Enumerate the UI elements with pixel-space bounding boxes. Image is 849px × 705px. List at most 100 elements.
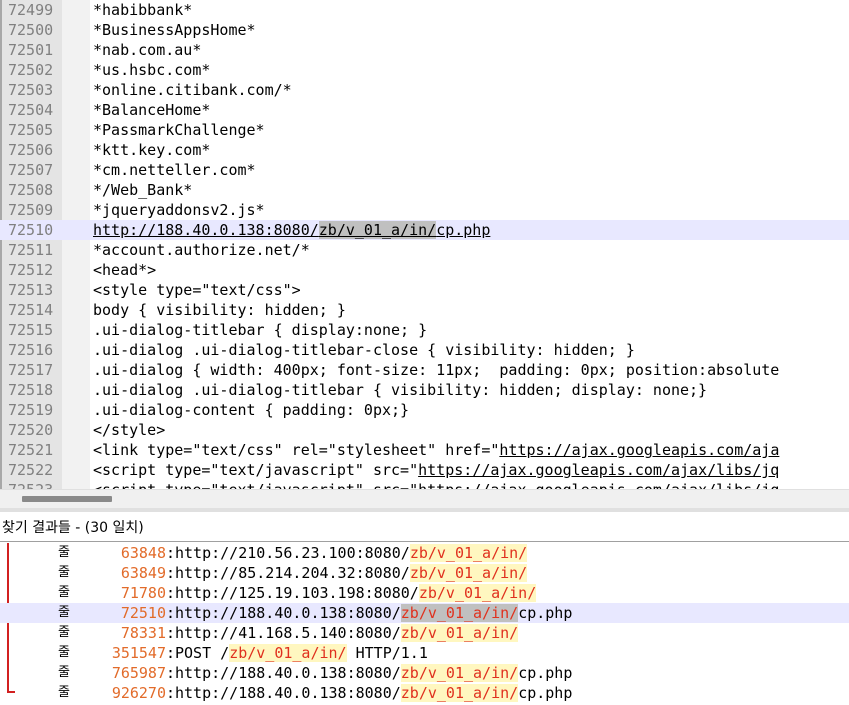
search-results-title: 찾기 결과들 - (30 일치) — [0, 514, 849, 542]
result-text-part: http://125.19.103.198:8080/ — [175, 584, 419, 602]
url-text: cp.php — [436, 221, 491, 239]
separator: : — [166, 604, 176, 622]
editor-line[interactable]: 72514 body { visibility: hidden; } — [0, 300, 849, 320]
result-text: http://125.19.103.198:8080/zb/v_01_a/in/ — [175, 583, 537, 603]
line-number: 72521 — [8, 441, 54, 459]
result-row[interactable]: 줄 63849: http://85.214.204.32:8080/zb/v_01… — [0, 563, 849, 583]
line-text: <style type="text/css"> — [93, 280, 301, 300]
editor-line[interactable]: 72507 *cm.netteller.com* — [0, 160, 849, 180]
result-line-number: 71780 — [120, 584, 166, 602]
editor-pane[interactable]: 72499 *habibbank* 72500 *BusinessAppsHome* 7… — [0, 0, 849, 489]
result-row[interactable]: 줄 351547: POST /zb/v_01_a/in/ HTTP/1.1 — [0, 643, 849, 663]
line-text: *account.authorize.net/* — [93, 240, 310, 260]
result-match-highlight: zb/v_01_a/in/ — [400, 664, 519, 682]
editor-line[interactable]: 72501 *nab.com.au* — [0, 40, 849, 60]
editor-line[interactable]: 72499 *habibbank* — [0, 0, 849, 20]
result-match-highlight: zb/v_01_a/in/ — [229, 644, 347, 662]
result-line-label: 줄 — [58, 585, 70, 600]
result-text: http://210.56.23.100:8080/zb/v_01_a/in/ — [175, 543, 528, 563]
result-match-highlight: zb/v_01_a/in/ — [400, 604, 519, 622]
line-number: 72523 — [8, 480, 62, 489]
result-text: POST /zb/v_01_a/in/ HTTP/1.1 — [175, 643, 428, 663]
result-row[interactable]: 줄 765987: http://188.40.0.138:8080/zb/v_01… — [0, 663, 849, 683]
line-text: *ktt.key.com* — [93, 140, 210, 160]
result-line-number: 926270 — [111, 684, 166, 702]
editor-line[interactable]: 72508 */Web_Bank* — [0, 180, 849, 200]
code-text: *online.citibank.com/* — [93, 81, 292, 99]
result-line-label: 줄 — [58, 625, 70, 640]
result-text: http://85.214.204.32:8080/zb/v_01_a/in/ — [175, 563, 528, 583]
line-text: http://188.40.0.138:8080/zb/v_01_a/in/cp… — [93, 220, 490, 240]
code-text: .ui-dialog-content { padding: 0px;} — [93, 401, 410, 419]
line-text: */Web_Bank* — [93, 180, 192, 200]
url-text: https://ajax.googleapis.com/aja — [499, 441, 780, 459]
editor-line[interactable]: 72510 http://188.40.0.138:8080/zb/v_01_a/… — [0, 220, 849, 240]
code-text: */Web_Bank* — [93, 181, 193, 199]
result-row[interactable]: 줄 63848: http://210.56.23.100:8080/zb/v_01… — [0, 543, 849, 563]
line-number: 72500 — [8, 21, 54, 39]
editor-line[interactable]: 72515 .ui-dialog-titlebar { display:none;… — [0, 320, 849, 340]
editor-line[interactable]: 72519 .ui-dialog-content { padding: 0px;} — [0, 400, 849, 420]
line-number: 72515 — [8, 321, 54, 339]
panel-splitter[interactable] — [0, 508, 849, 512]
line-text: .ui-dialog-titlebar { display:none; } — [93, 320, 427, 340]
line-number: 72506 — [8, 141, 54, 159]
code-text: .ui-dialog .ui-dialog-titlebar-close { v… — [93, 341, 635, 359]
result-text-part: cp.php — [518, 664, 573, 682]
editor-line[interactable]: 72513 <style type="text/css"> — [0, 280, 849, 300]
editor-line[interactable]: 72521 <link type="text/css" rel="styleshe… — [0, 440, 849, 460]
line-number: 72519 — [8, 401, 54, 419]
editor-line[interactable]: 72516 .ui-dialog .ui-dialog-titlebar-clos… — [0, 340, 849, 360]
line-number: 72501 — [8, 41, 54, 59]
line-number: 72508 — [8, 181, 54, 199]
line-number: 72510 — [8, 221, 54, 239]
editor-line[interactable]: 72511 *account.authorize.net/* — [0, 240, 849, 260]
result-row[interactable]: 줄 78331: http://41.168.5.140:8080/zb/v_01_… — [0, 623, 849, 643]
result-row[interactable]: 줄 72510: http://188.40.0.138:8080/zb/v_01_… — [0, 603, 849, 623]
line-text: <head*> — [93, 260, 156, 280]
result-text-part: http://210.56.23.100:8080/ — [175, 544, 410, 562]
editor-line[interactable]: 72504 *BalanceHome* — [0, 100, 849, 120]
code-text: </style> — [93, 421, 166, 439]
code-text: .ui-dialog .ui-dialog-titlebar { visibil… — [93, 381, 708, 399]
result-match-highlight: zb/v_01_a/in/ — [409, 564, 528, 582]
editor-line[interactable]: 72509 *jqueryaddonsv2.js* — [0, 200, 849, 220]
search-results-panel[interactable]: 줄 63848: http://210.56.23.100:8080/zb/v_01… — [0, 543, 849, 705]
result-row[interactable]: 줄 926270: http://188.40.0.138:8080/zb/v_01… — [0, 683, 849, 703]
editor-line[interactable]: 72518 .ui-dialog .ui-dialog-titlebar { vi… — [0, 380, 849, 400]
editor-line[interactable]: 72522 <script type="text/javascript" src=… — [0, 460, 849, 480]
line-text: *cm.netteller.com* — [93, 160, 256, 180]
code-text: .ui-dialog { width: 400px; font-size: 11… — [93, 361, 780, 379]
scrollbar-thumb[interactable] — [22, 496, 112, 502]
line-text: <script type="text/javascript" src="http… — [93, 460, 779, 480]
code-text: *ktt.key.com* — [93, 141, 211, 159]
editor-line[interactable]: 72505 *PassmarkChallenge* — [0, 120, 849, 140]
editor-line[interactable]: 72512 <head*> — [0, 260, 849, 280]
result-text-part: cp.php — [518, 684, 573, 702]
horizontal-scrollbar[interactable] — [0, 489, 849, 508]
result-text-part: cp.php — [518, 604, 573, 622]
result-match-highlight: zb/v_01_a/in/ — [400, 684, 519, 702]
editor-line[interactable]: 72523 <script type="text/javascript" src=… — [0, 480, 849, 489]
editor-line[interactable]: 72502 *us.hsbc.com* — [0, 60, 849, 80]
result-text-part: HTTP/1.1 — [346, 644, 428, 662]
result-row[interactable]: 줄 71780: http://125.19.103.198:8080/zb/v_0… — [0, 583, 849, 603]
line-number: 72512 — [8, 261, 54, 279]
line-text: .ui-dialog .ui-dialog-titlebar { visibil… — [93, 380, 707, 400]
editor-line[interactable]: 72500 *BusinessAppsHome* — [0, 20, 849, 40]
editor-line[interactable]: 72506 *ktt.key.com* — [0, 140, 849, 160]
code-text: .ui-dialog-titlebar { display:none; } — [93, 321, 428, 339]
result-text: http://188.40.0.138:8080/zb/v_01_a/in/cp… — [175, 683, 572, 703]
editor-line[interactable]: 72503 *online.citibank.com/* — [0, 80, 849, 100]
url-text: https://ajax.googleapis.com/ajax/libs/jq — [418, 461, 780, 479]
line-number: 72503 — [8, 81, 54, 99]
line-text: *PassmarkChallenge* — [93, 120, 265, 140]
editor-line[interactable]: 72517 .ui-dialog { width: 400px; font-siz… — [0, 360, 849, 380]
separator: : — [166, 584, 176, 602]
code-text: <script type="text/javascript" src=" — [93, 481, 418, 489]
line-text: *online.citibank.com/* — [93, 80, 292, 100]
editor-line[interactable]: 72520 </style> — [0, 420, 849, 440]
code-text: <style type="text/css"> — [93, 281, 301, 299]
result-line-number: 63849 — [120, 564, 166, 582]
line-text: .ui-dialog { width: 400px; font-size: 11… — [93, 360, 779, 380]
